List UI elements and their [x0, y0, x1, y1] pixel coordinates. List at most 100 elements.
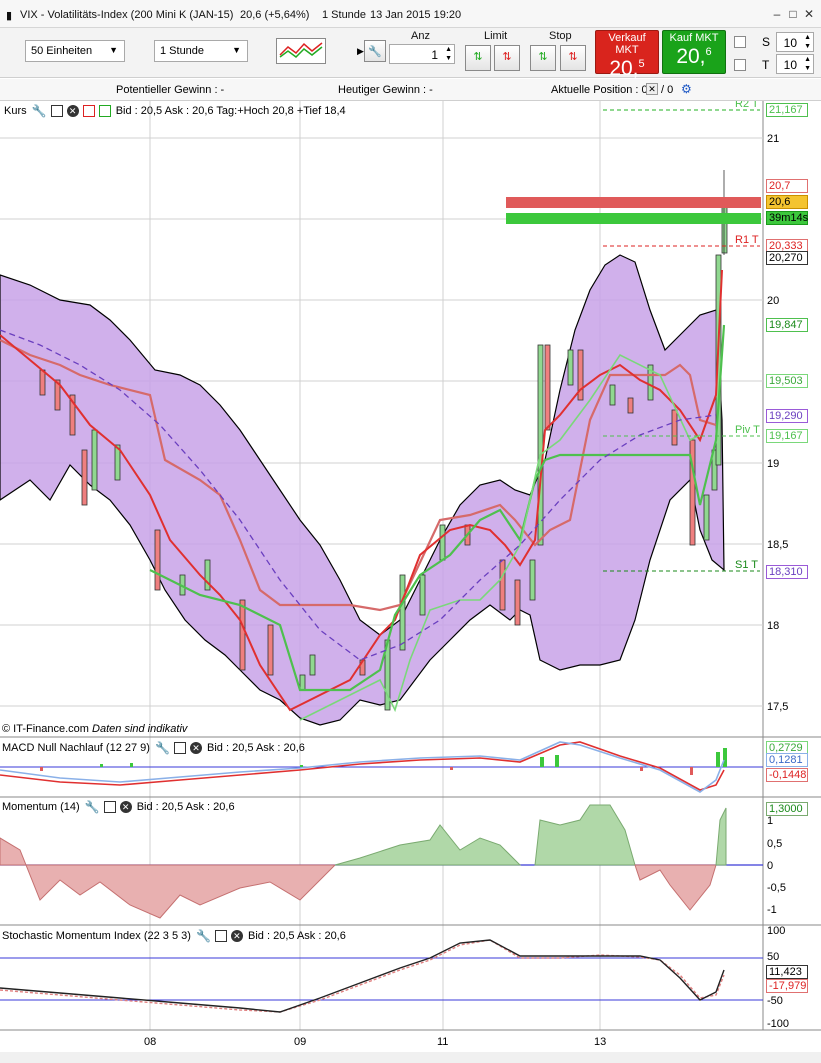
limit-buy-button[interactable]: ⇅: [465, 45, 491, 71]
datetime-label: 13 Jan 2015 19:20: [370, 9, 462, 21]
time-axis: 08 09 11 13: [144, 1036, 606, 1048]
kurs-quote: Bid : 20,5 Ask : 20,6 Tag:+Hoch 20,8 +Ti…: [115, 104, 346, 117]
chart-type-button[interactable]: [276, 38, 326, 64]
macd-price-tag: -0,1448: [766, 768, 808, 782]
momentum-tick: 0,5: [767, 838, 782, 850]
r2-label: R2 T: [735, 101, 759, 110]
price-tick: 17,5: [767, 701, 788, 713]
piv-label: Piv T: [735, 424, 760, 436]
window-icon[interactable]: [50, 105, 63, 117]
limit-sell-button[interactable]: ⇅: [494, 45, 520, 71]
minimize-icon[interactable]: –: [770, 7, 784, 21]
price-tick: 20: [767, 295, 779, 307]
price-tick: 18,5: [767, 539, 788, 551]
close-icon[interactable]: ✕: [119, 801, 132, 813]
momentum-negative-area: [0, 837, 337, 919]
time-tick: 13: [594, 1036, 606, 1048]
copyright-note: © IT-Finance.com Daten sind indikativ: [2, 723, 188, 735]
window-icon[interactable]: [173, 742, 186, 754]
stepper-arrows-icon: ▲ ▼: [445, 46, 452, 62]
wrench-button[interactable]: 🔧: [364, 40, 386, 62]
wrench-icon[interactable]: 🔧: [155, 741, 170, 755]
momentum-positive-area: [715, 807, 727, 866]
expand-arrow-icon[interactable]: ▶: [357, 46, 364, 57]
position-slash: / 0: [661, 84, 674, 96]
ma3-price-tag: 19,290: [766, 409, 808, 423]
sell-arrow-icon[interactable]: [82, 105, 95, 117]
position-close-icon[interactable]: ✕: [646, 83, 658, 95]
stop-buy-icon: ⇅: [538, 51, 548, 63]
t-label: T: [762, 58, 770, 72]
close-icon[interactable]: ✕: [189, 742, 202, 754]
maximize-icon[interactable]: □: [786, 7, 800, 21]
last-change: 20,6 (+5,64%): [240, 9, 310, 21]
limit-label: Limit: [484, 30, 508, 42]
last-price-tag: 20,6: [766, 195, 808, 209]
stop-buy-button[interactable]: ⇅: [530, 45, 556, 71]
buy-arrow-icon[interactable]: [98, 105, 111, 117]
limit-buy-icon: ⇅: [473, 51, 483, 63]
kurs-panel-title: Kurs 🔧 ✕ Bid : 20,5 Ask : 20,6 Tag:+Hoch …: [4, 104, 346, 118]
close-icon[interactable]: ✕: [66, 105, 79, 117]
momentum-panel-title: Momentum (14) 🔧 ✕ Bid : 20,5 Ask : 20,6: [2, 800, 235, 814]
chart-type-icon: [279, 42, 323, 58]
r1-label: R1 T: [735, 234, 759, 246]
buy-price: 20,6: [676, 45, 712, 68]
stop-sell-button[interactable]: ⇅: [560, 45, 586, 71]
stoch-quote: Bid : 20,5 Ask : 20,6: [248, 929, 346, 942]
window-icon[interactable]: [103, 801, 116, 813]
momentum-price-tag: 1,3000: [766, 802, 808, 816]
momentum-quote: Bid : 20,5 Ask : 20,6: [136, 800, 235, 813]
wrench-icon[interactable]: 🔧: [85, 800, 100, 814]
potential-gain: Potentieller Gewinn : -: [116, 84, 225, 96]
window-title: VIX - Volatilitäts-Index (200 Mini K (JA…: [20, 9, 234, 21]
stop-sell-icon: ⇅: [568, 51, 578, 63]
anz-stepper[interactable]: 1 ▲ ▼: [389, 44, 455, 64]
momentum-positive-area: [534, 804, 636, 866]
momentum-negative-area: [634, 864, 717, 911]
interval-label: 1 Stunde: [322, 9, 367, 21]
horizontal-scrollbar[interactable]: [0, 1052, 821, 1063]
today-gain: Heutiger Gewinn : -: [338, 84, 433, 96]
window-icon[interactable]: [214, 930, 227, 942]
momentum-tick: -1: [767, 904, 777, 916]
close-icon[interactable]: ✕: [230, 930, 243, 942]
momentum-tick: 1: [767, 815, 773, 827]
s-checkbox[interactable]: [734, 36, 746, 48]
stepper-arrows-icon: ▲ ▼: [804, 34, 811, 50]
units-select[interactable]: 50 Einheiten ▼: [25, 40, 125, 62]
stoch-price-tag: 11,423: [766, 965, 808, 979]
stoch-tick: 50: [767, 951, 779, 963]
momentum-axis: 1 0,5 0 -0,5 -1: [767, 815, 786, 916]
position-label: Aktuelle Position : 0: [551, 84, 648, 96]
stoch-price-tag: -17,979: [766, 979, 808, 993]
chevron-down-icon: ▼: [232, 45, 241, 55]
close-icon[interactable]: ✕: [802, 7, 816, 21]
sell-market-button[interactable]: Verkauf MKT 20,5: [595, 30, 659, 80]
time-tick: 11: [437, 1036, 448, 1048]
macd-quote: Bid : 20,5 Ask : 20,6: [207, 741, 305, 754]
chevron-down-icon: ▼: [109, 45, 118, 55]
s-stepper[interactable]: 10 ▲ ▼: [776, 32, 814, 52]
stoch-signal-line: [0, 939, 725, 1013]
t-stepper[interactable]: 10 ▲ ▼: [776, 54, 814, 74]
time-tick: 09: [294, 1036, 306, 1048]
interval-select[interactable]: 1 Stunde ▼: [154, 40, 248, 62]
momentum-tick: 0: [767, 860, 773, 872]
bid-price-bar: [506, 213, 761, 224]
piv-price-tag: 19,167: [766, 429, 808, 443]
stoch-tick: -100: [767, 1018, 789, 1030]
ma2-price-tag: 19,503: [766, 374, 808, 388]
buy-market-button[interactable]: Kauf MKT 20,6: [662, 30, 726, 74]
t-checkbox[interactable]: [734, 59, 746, 71]
ma-price-tag: 20,270: [766, 251, 808, 265]
limit-sell-icon: ⇅: [502, 51, 512, 63]
chart-area: 21 20 19 18,5 18 17,5 R2 T R1 T Piv T S1…: [0, 101, 821, 1063]
settings-gear-icon[interactable]: ⚙: [681, 82, 692, 96]
stoch-tick: -50: [767, 995, 783, 1007]
wrench-icon[interactable]: 🔧: [32, 104, 47, 118]
wrench-icon[interactable]: 🔧: [196, 929, 211, 943]
band-mid-price-tag: 19,847: [766, 318, 808, 332]
momentum-tick: -0,5: [767, 882, 786, 894]
anz-label: Anz: [411, 30, 430, 42]
